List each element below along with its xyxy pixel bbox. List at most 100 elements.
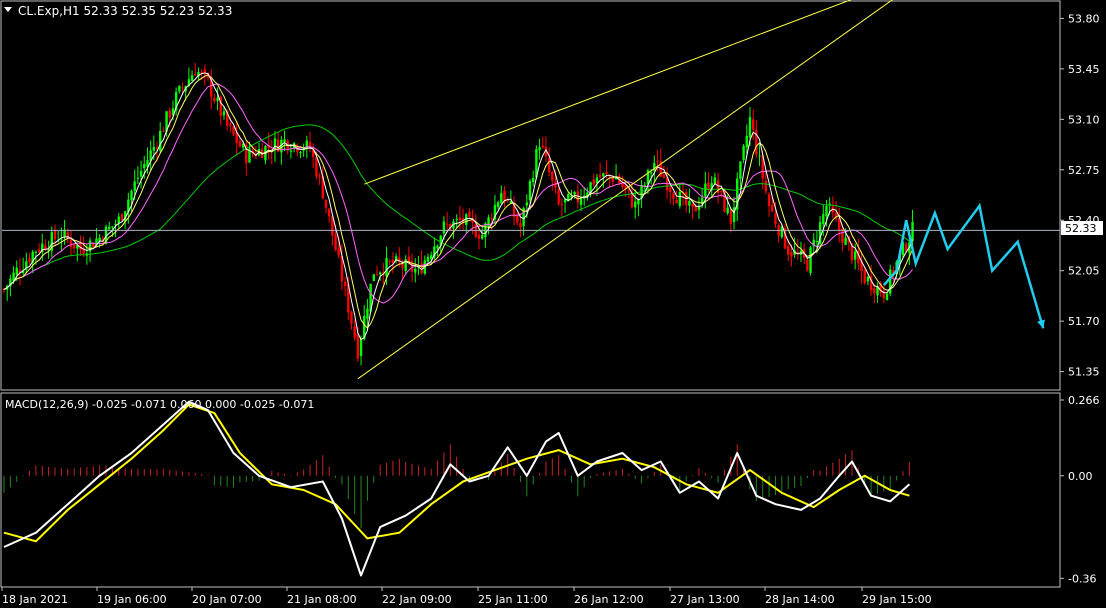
time-tick-label: 18 Jan 2021 <box>2 593 68 606</box>
candle-body <box>528 181 532 201</box>
trading-chart[interactable]: 53.8053.4553.1052.7552.4052.0551.7051.35… <box>0 0 1106 608</box>
candle-body <box>815 241 819 243</box>
candle-body <box>541 145 544 148</box>
candle-body <box>774 213 777 225</box>
candle-body <box>707 182 710 191</box>
price-tick-label: 53.80 <box>1068 12 1100 25</box>
time-tick-label: 20 Jan 07:00 <box>192 593 262 606</box>
candle-body <box>592 179 595 185</box>
candle-body <box>28 258 31 262</box>
macd-header: MACD(12,26,9) -0.025 -0.071 0.060 0.000 … <box>5 398 314 411</box>
time-tick-label: 21 Jan 08:00 <box>287 593 357 606</box>
macd-tick-label: 0.00 <box>1068 470 1093 483</box>
candle-body <box>133 181 136 191</box>
candle-body <box>327 208 331 217</box>
candle-body <box>289 150 293 152</box>
candle-body <box>669 187 672 192</box>
candle-body <box>678 191 682 207</box>
candle-body <box>359 338 363 356</box>
candle-body <box>825 206 828 217</box>
candle-body <box>672 193 675 199</box>
candle-body <box>194 74 197 76</box>
candle-body <box>445 223 449 225</box>
candle-body <box>720 191 723 193</box>
candle-body <box>15 267 18 275</box>
candle-body <box>69 239 73 247</box>
candle-body <box>560 204 564 206</box>
candle-body <box>181 87 184 89</box>
candle-body <box>152 146 156 151</box>
candle-body <box>378 272 382 275</box>
candle-body <box>324 199 328 208</box>
price-tick-label: 52.05 <box>1068 265 1100 278</box>
candle-body <box>414 268 417 273</box>
time-tick-label: 28 Jan 14:00 <box>765 593 835 606</box>
candle-body <box>190 75 194 81</box>
candle-body <box>602 173 605 177</box>
candle-body <box>468 211 471 217</box>
candle-body <box>337 248 340 256</box>
chart-background <box>0 0 1106 608</box>
candle-body <box>519 223 522 228</box>
candle-body <box>841 228 844 244</box>
candle-body <box>662 174 666 178</box>
candle-body <box>873 288 876 294</box>
candle-body <box>37 249 41 252</box>
candle-body <box>787 246 790 255</box>
candle-body <box>375 273 379 275</box>
candle-body <box>388 260 391 262</box>
candle-body <box>691 203 694 207</box>
candle-body <box>385 258 388 277</box>
candle-body <box>353 326 356 338</box>
candle-body <box>790 251 793 257</box>
candle-body <box>729 209 733 224</box>
candle-body <box>771 204 774 212</box>
candle-body <box>496 202 500 208</box>
candle-body <box>490 218 493 220</box>
candle-body <box>130 190 133 201</box>
candle-body <box>500 193 503 204</box>
candle-body <box>159 130 162 151</box>
candle-body <box>726 207 729 214</box>
time-tick-label: 29 Jan 15:00 <box>862 593 932 606</box>
candle-body <box>200 71 203 73</box>
candle-body <box>168 110 171 118</box>
candle-body <box>598 174 602 178</box>
candle-body <box>551 172 554 181</box>
candle-body <box>117 216 120 224</box>
candle-body <box>318 175 321 177</box>
candle-body <box>178 86 181 92</box>
candle-body <box>429 255 433 259</box>
candle-body <box>525 202 529 206</box>
candle-body <box>372 274 375 281</box>
price-tick-label: 51.35 <box>1068 366 1100 379</box>
candle-body <box>139 171 143 177</box>
candle-body <box>366 308 369 319</box>
candle-body <box>822 214 825 224</box>
candle-body <box>315 156 318 177</box>
candle-body <box>53 230 57 240</box>
candle-body <box>34 251 38 253</box>
candle-body <box>162 130 165 132</box>
candle-body <box>809 247 812 273</box>
price-tick-label: 53.45 <box>1068 63 1100 76</box>
candle-body <box>853 251 857 260</box>
candle-body <box>299 152 302 154</box>
macd-tick-label: -0.36 <box>1068 572 1096 585</box>
candle-body <box>605 172 608 174</box>
candle-body <box>111 226 114 228</box>
candle-body <box>455 218 458 220</box>
candle-body <box>806 259 809 271</box>
candle-body <box>538 147 541 151</box>
price-tick-label: 52.75 <box>1068 164 1100 177</box>
time-tick-label: 25 Jan 11:00 <box>478 593 548 606</box>
candle-body <box>216 97 219 101</box>
candle-body <box>863 270 866 284</box>
candle-body <box>108 226 111 230</box>
candle-body <box>442 221 446 234</box>
time-tick-label: 26 Jan 12:00 <box>574 593 644 606</box>
candle-body <box>547 158 551 173</box>
candle-body <box>222 111 226 116</box>
candle-body <box>350 311 353 324</box>
candle-body <box>356 334 360 359</box>
